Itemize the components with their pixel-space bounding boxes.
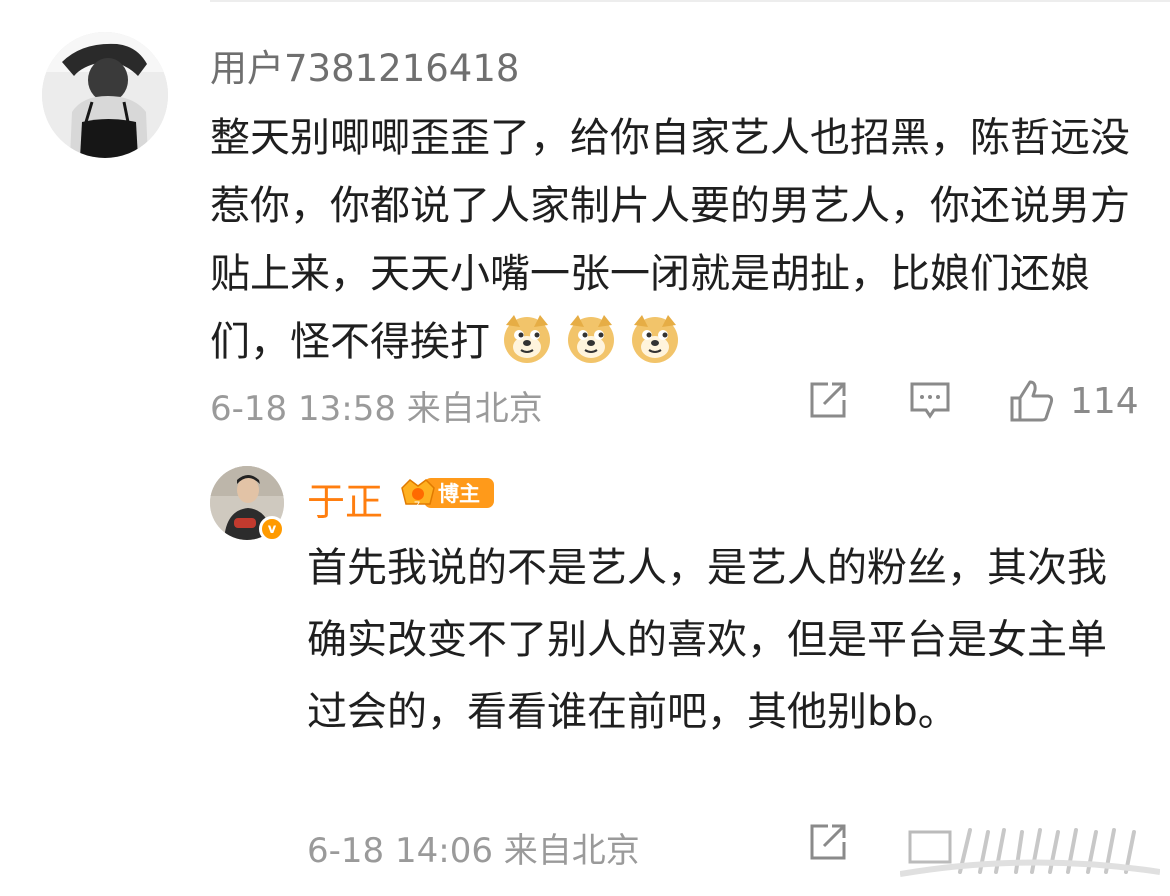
doge-emoji	[564, 311, 618, 365]
comment-text-block: 整天别唧唧歪歪了，给你自家艺人也招黑，陈哲远没惹你，你都说了人家制片人要的男艺人…	[210, 104, 1130, 376]
reply-time: 6-18 14:06	[307, 831, 493, 871]
like-icon[interactable]	[1008, 378, 1056, 428]
comment-username[interactable]: 用户7381216418	[210, 38, 519, 92]
avatar[interactable]	[42, 32, 168, 158]
doge-emoji	[628, 311, 682, 365]
reply-username[interactable]: 于正	[307, 471, 383, 526]
verified-badge: v	[259, 516, 285, 542]
comment-time: 6-18 13:58	[210, 389, 396, 429]
comment-icon[interactable]	[908, 380, 952, 426]
reply-share-icon[interactable]	[806, 822, 850, 868]
reply-location: 来自北京	[503, 831, 640, 871]
share-icon[interactable]	[806, 380, 850, 426]
top-divider	[210, 0, 1170, 2]
blogger-label: 博主	[438, 482, 480, 506]
level-number: 7	[414, 500, 420, 512]
like-count: 114	[1070, 381, 1139, 422]
reply-text: 首先我说的不是艺人，是艺人的粉丝，其次我确实改变不了别人的喜欢，但是平台是女主单…	[307, 545, 1107, 735]
watermark-overlay	[900, 828, 1160, 877]
comment-location: 来自北京	[406, 389, 543, 429]
reply-meta: 6-18 14:06 来自北京	[307, 823, 640, 872]
doge-emoji	[500, 311, 554, 365]
comment-meta: 6-18 13:58 来自北京	[210, 381, 543, 430]
